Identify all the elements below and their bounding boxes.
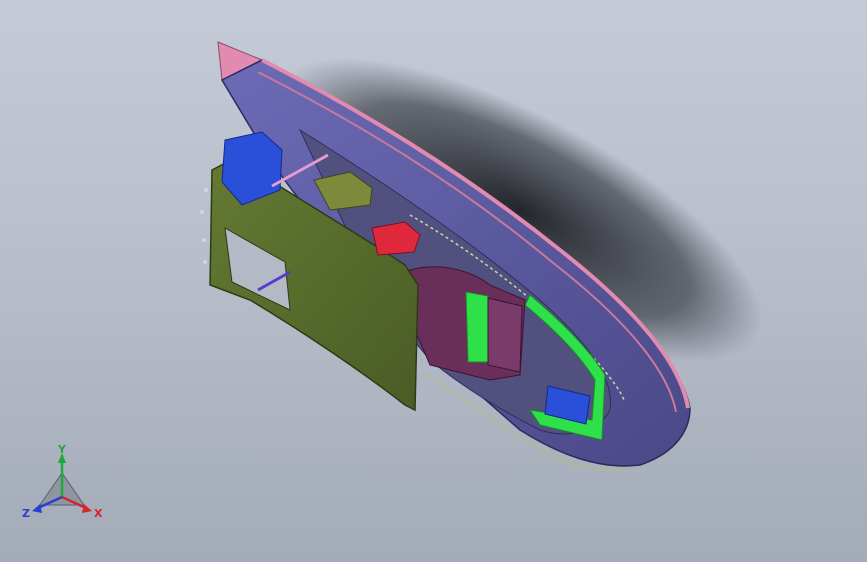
triad-x-label: X [94,507,103,520]
bolt-marker [202,238,206,242]
seat-cover[interactable] [487,297,523,373]
triad-z-label: Z [22,507,30,520]
bolt-marker [203,260,207,264]
triad-y-label: Y [57,445,67,456]
orientation-triad[interactable]: Y X Z [22,445,112,525]
seat-band[interactable] [465,291,491,363]
bolt-marker [204,188,208,192]
bolt-marker [200,210,204,214]
3d-model-view[interactable] [0,0,867,562]
graphics-viewport[interactable]: Y X Z [0,0,867,562]
